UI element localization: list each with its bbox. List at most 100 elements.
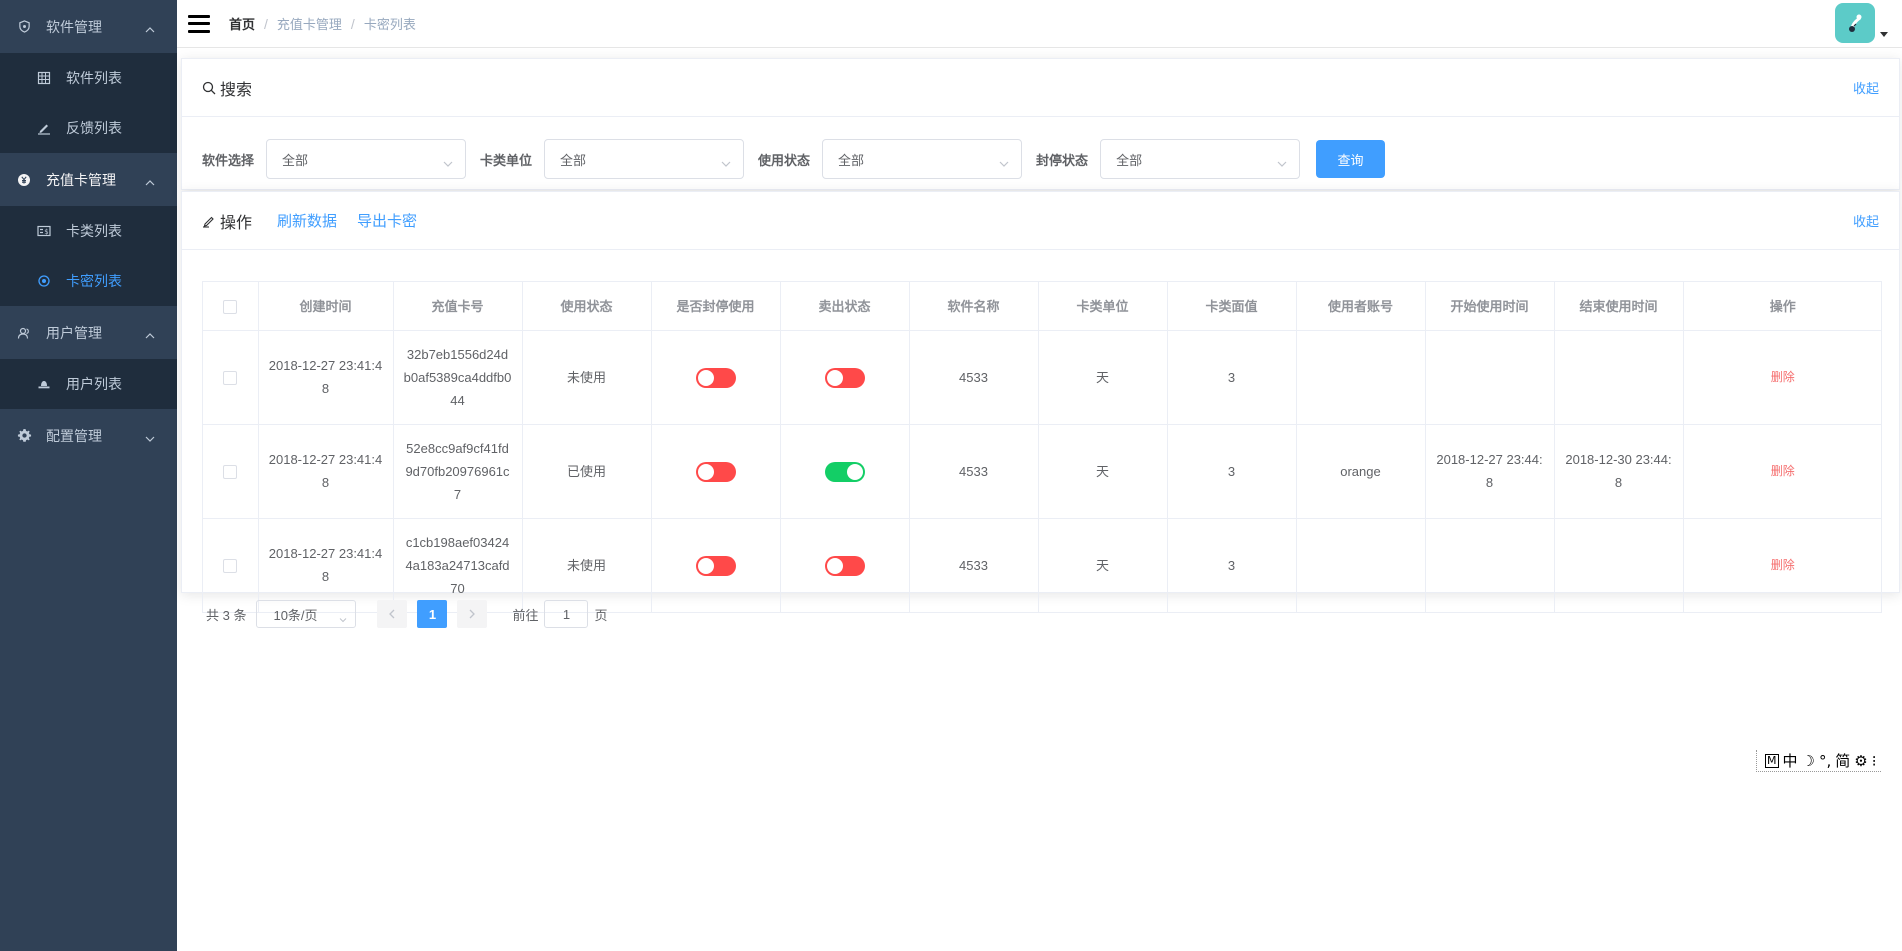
ban-toggle-switch[interactable] [695, 462, 736, 483]
table-cell-unit: 天 [1038, 330, 1168, 425]
submenu-recharge: $ 卡类列表 卡密列表 [0, 206, 177, 306]
table-cell-action: 删除 [1683, 518, 1882, 612]
sidebar-item-software-list[interactable]: 软件列表 [0, 53, 177, 103]
shield-icon [16, 19, 32, 35]
ban-status-select[interactable]: 全部 [1100, 139, 1301, 179]
table-cell-software: 4533 [909, 330, 1039, 425]
table-cell-banned [651, 518, 781, 612]
field-card-unit: 卡类单位 全部 [480, 139, 745, 179]
use-status-select[interactable]: 全部 [822, 139, 1023, 179]
search-card-header: 搜索 收起 [182, 59, 1899, 117]
refresh-data-link[interactable]: 刷新数据 [277, 210, 337, 231]
page-number-button[interactable]: 1 [417, 600, 448, 628]
ban-toggle-switch[interactable] [695, 368, 736, 389]
row-select-cell [203, 330, 259, 425]
sidebar-item-card-secret-list[interactable]: 卡密列表 [0, 256, 177, 306]
table-cell-value: 3 [1167, 424, 1297, 519]
prev-page-button[interactable] [377, 600, 408, 628]
table-cell-end: 2018-12-30 23:44:8 [1554, 424, 1684, 519]
ime-moon-icon[interactable]: ☽ [1802, 752, 1815, 770]
chevron-down-icon [721, 156, 731, 171]
field-card-unit-label: 卡类单位 [480, 152, 533, 168]
menu-group-config: 配置管理 [0, 409, 177, 462]
search-title: 搜索 [202, 76, 252, 100]
row-checkbox[interactable] [223, 465, 238, 480]
table-cell-value: 3 [1167, 330, 1297, 425]
menu-user-label: 用户管理 [46, 324, 102, 341]
card-unit-select[interactable]: 全部 [544, 139, 745, 179]
breadcrumb-home[interactable]: 首页 [229, 14, 255, 33]
select-all-checkbox[interactable] [223, 299, 238, 314]
user-dropdown[interactable] [1835, 3, 1888, 43]
delete-button[interactable]: 删除 [1771, 464, 1795, 478]
field-software: 软件选择 全部 [202, 139, 467, 179]
table-cell-created: 2018-12-27 23:41:48 [258, 330, 394, 425]
delete-button[interactable]: 删除 [1771, 558, 1795, 572]
ime-simplified-toggle[interactable]: 简 [1835, 750, 1850, 771]
ime-more-icon[interactable]: ⁝ [1872, 752, 1877, 770]
avatar[interactable] [1835, 3, 1875, 43]
menu-group-software: 软件管理 软件列表 反馈列表 [0, 0, 177, 153]
sidebar-item-label: 用户列表 [66, 376, 122, 392]
table-cell-action: 删除 [1683, 424, 1882, 519]
menu-group-recharge: 充值卡管理 $ 卡类列表 卡密列表 [0, 153, 177, 306]
ime-chinese-toggle[interactable]: 中 [1783, 750, 1798, 771]
table-cell-start [1425, 330, 1555, 425]
export-cards-link[interactable]: 导出卡密 [357, 210, 417, 231]
menu-group-users: 用户管理 用户列表 [0, 306, 177, 409]
sidebar-item-feedback-list[interactable]: 反馈列表 [0, 103, 177, 153]
menu-recharge-management[interactable]: 充值卡管理 [0, 153, 177, 206]
switch-knob [826, 370, 843, 387]
page-size-select[interactable]: 10条/页 [256, 600, 357, 628]
hamburger-menu-icon[interactable] [188, 14, 210, 33]
next-page-button[interactable] [457, 600, 488, 628]
use-status-select-value: 全部 [838, 152, 865, 168]
chevron-down-icon [339, 611, 347, 626]
switch-knob [697, 464, 714, 481]
table-row: 2018-12-27 23:41:48 c1cb198aef034244a183a… [203, 518, 1882, 612]
sidebar-item-user-list[interactable]: 用户列表 [0, 359, 177, 409]
chevron-up-icon [145, 328, 155, 344]
operations-collapse-link[interactable]: 收起 [1853, 211, 1879, 230]
switch-knob [826, 558, 843, 575]
yen-icon [16, 172, 32, 188]
sidebar-item-card-type-list[interactable]: $ 卡类列表 [0, 206, 177, 256]
breadcrumb-current: 卡密列表 [363, 17, 416, 32]
ime-punctuation-icon[interactable]: °, [1819, 752, 1831, 770]
field-use-status: 使用状态 全部 [758, 139, 1023, 179]
ime-settings-icon[interactable]: ⚙ [1854, 752, 1867, 770]
sidebar-item-label: 软件列表 [66, 70, 122, 86]
sidebar: 软件管理 软件列表 反馈列表 充值卡管理 $ 卡类列表 卡密列表 用户管理 用户… [0, 0, 177, 951]
table-cell-banned [651, 330, 781, 425]
coin-icon [36, 273, 52, 289]
table-cell-status: 未使用 [522, 518, 652, 612]
menu-user-management[interactable]: 用户管理 [0, 306, 177, 359]
search-card: 搜索 收起 软件选择 全部 卡类单位 全部 使用状态 全部 封停状态 全部 查询 [181, 58, 1900, 190]
column-header: 使用者账号 [1296, 282, 1426, 331]
menu-software-management[interactable]: 软件管理 [0, 0, 177, 53]
row-checkbox[interactable] [223, 371, 238, 386]
sold-toggle-switch[interactable] [824, 368, 865, 389]
query-button[interactable]: 查询 [1316, 140, 1386, 178]
table-cell-start: 2018-12-27 23:44:8 [1425, 424, 1555, 519]
menu-config-label: 配置管理 [46, 427, 102, 444]
delete-button[interactable]: 删除 [1771, 370, 1795, 384]
search-collapse-link[interactable]: 收起 [1853, 78, 1879, 97]
sold-toggle-switch[interactable] [824, 462, 865, 483]
column-header: 创建时间 [258, 282, 394, 331]
ban-toggle-switch[interactable] [695, 556, 736, 577]
row-checkbox[interactable] [223, 559, 238, 574]
operations-title-label: 操作 [220, 214, 253, 232]
chevron-down-icon [145, 431, 155, 447]
sidebar-item-label: 反馈列表 [66, 120, 122, 136]
goto-page-input[interactable]: 1 [544, 600, 589, 628]
table-cell-sold [780, 424, 910, 519]
table-cell-sold [780, 330, 910, 425]
switch-knob [697, 558, 714, 575]
sold-toggle-switch[interactable] [824, 556, 865, 577]
menu-config-management[interactable]: 配置管理 [0, 409, 177, 462]
table-cell-card-no: 32b7eb1556d24db0af5389ca4ddfb044 [393, 330, 523, 425]
ime-mode-icon[interactable]: M [1765, 753, 1779, 768]
software-select[interactable]: 全部 [266, 139, 467, 179]
row-select-cell [203, 518, 259, 612]
